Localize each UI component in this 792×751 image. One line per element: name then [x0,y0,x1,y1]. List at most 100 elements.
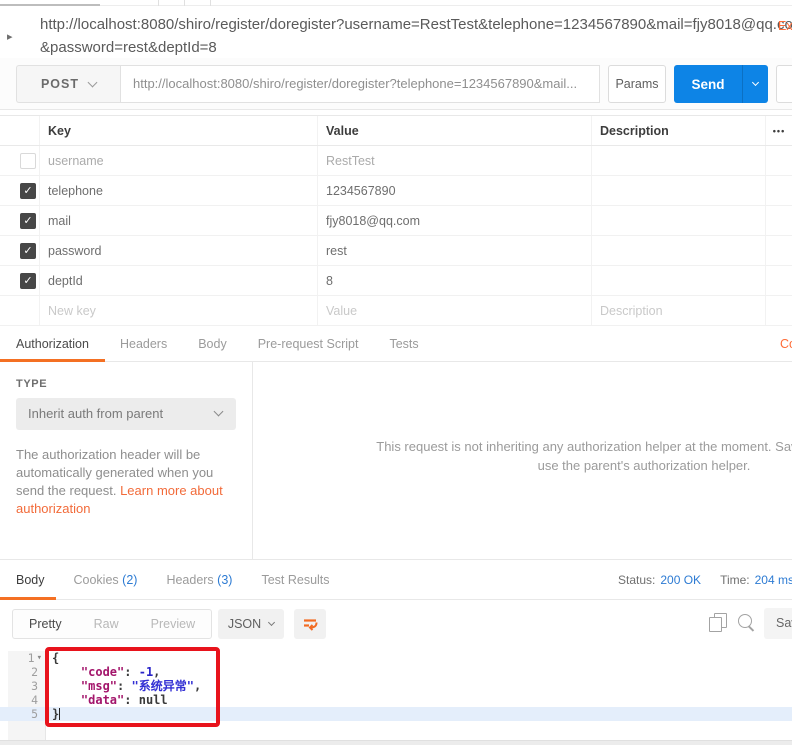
table-row: mail fjy8018@qq.com [0,206,792,236]
code-text: { [46,651,792,665]
fold-caret-icon[interactable]: ▾ [37,651,42,665]
row-checkbox[interactable] [20,243,36,259]
chevron-down-icon [752,78,759,85]
view-mode-switcher: Pretty Raw Preview [12,609,212,639]
code-text: "data": null [46,693,792,707]
authorization-panel: TYPE Inherit auth from parent The author… [0,362,792,560]
tab-headers[interactable]: Headers [120,337,167,351]
response-body-editor[interactable]: 1▾{2 "code": -1,3 "msg": "系统异常",4 "data"… [0,645,792,740]
tab-authorization[interactable]: Authorization [16,337,89,351]
line-number[interactable]: 2 [8,665,46,679]
column-header-description: Description [592,116,766,145]
new-description-input[interactable]: Description [592,296,766,325]
response-tab-cookies[interactable]: Cookies (2) [74,573,138,587]
code-text: "code": -1, [46,665,792,679]
new-param-row: New key Value Description [0,296,792,326]
table-row: username RestTest [0,146,792,176]
row-checkbox[interactable] [20,213,36,229]
inherit-auth-note: This request is not inheriting any autho… [252,438,792,475]
row-checkbox[interactable] [20,153,36,169]
request-tabs: Authorization Headers Body Pre-request S… [0,326,792,362]
beautify-button[interactable] [294,609,326,639]
param-description[interactable] [592,206,766,235]
auth-type-select[interactable]: Inherit auth from parent [16,398,236,430]
inherit-auth-note-line1: This request is not inheriting any autho… [252,438,792,457]
tab-pre-request-script[interactable]: Pre-request Script [258,337,359,351]
header-checkbox-cell [0,116,40,145]
param-description[interactable] [592,146,766,175]
cookies-link[interactable]: Cookies [780,337,792,351]
params-table: Key Value Description ••• username RestT… [0,110,792,326]
cookies-label: Cookies [74,573,119,587]
param-key[interactable]: telephone [40,176,318,205]
status-label: Status: [618,573,655,587]
inherit-auth-note-line2: use the parent's authorization helper. [252,457,792,476]
line-number[interactable]: 1▾ [8,651,46,665]
chevron-down-icon [214,407,224,417]
more-options-icon[interactable]: ••• [766,116,792,145]
param-value[interactable]: rest [318,236,592,265]
param-key[interactable]: username [40,146,318,175]
auth-type-label: TYPE [16,378,47,390]
param-value[interactable]: fjy8018@qq.com [318,206,592,235]
params-table-header: Key Value Description ••• [0,115,792,146]
code-line: 2 "code": -1, [0,665,792,679]
response-meta: Status: 200 OK Time: 204 ms [618,560,792,600]
param-key[interactable]: deptId [40,266,318,295]
save-button[interactable]: Save [776,65,792,103]
headers-label: Headers [166,573,213,587]
param-value[interactable]: 8 [318,266,592,295]
new-key-input[interactable]: New key [40,296,318,325]
line-number[interactable]: 3 [8,679,46,693]
row-checkbox[interactable] [20,273,36,289]
line-number[interactable]: 5 [8,707,46,721]
column-header-value: Value [318,116,592,145]
line-number[interactable]: 4 [8,693,46,707]
send-options-caret[interactable] [742,65,768,103]
view-mode-pretty[interactable]: Pretty [13,610,78,638]
send-button[interactable]: Send [674,65,768,103]
params-button[interactable]: Params [608,65,666,103]
param-value[interactable]: RestTest [318,146,592,175]
cookies-count-badge: (2) [122,573,137,587]
param-key[interactable]: mail [40,206,318,235]
examples-link[interactable]: Examples [778,19,792,33]
param-key[interactable]: password [40,236,318,265]
param-description[interactable] [592,266,766,295]
postman-request-page: { "colors": { "accent_orange": "#ff6c37"… [0,0,792,751]
request-url-line1: http://localhost:8080/shiro/register/dor… [40,13,792,36]
chevron-down-icon [88,77,98,87]
language-select[interactable]: JSON [218,609,284,639]
param-value[interactable]: 1234567890 [318,176,592,205]
language-value: JSON [228,617,261,631]
view-mode-raw[interactable]: Raw [78,610,135,638]
send-button-label: Send [674,65,742,103]
search-icon[interactable] [737,613,755,633]
request-url-line2: &password=rest&deptId=8 [40,36,792,59]
column-header-key: Key [40,116,318,145]
row-checkbox[interactable] [20,183,36,199]
save-response-button[interactable]: Save Response [764,608,792,639]
copy-icon[interactable] [709,613,727,633]
request-bar: POST http://localhost:8080/shiro/registe… [0,58,792,110]
response-tab-headers[interactable]: Headers (3) [166,573,232,587]
tab-body[interactable]: Body [198,337,227,351]
tab-tests[interactable]: Tests [389,337,418,351]
response-tab-test-results[interactable]: Test Results [261,573,329,587]
view-mode-preview[interactable]: Preview [135,610,211,638]
table-row: password rest [0,236,792,266]
url-input[interactable]: http://localhost:8080/shiro/register/dor… [120,65,600,103]
code-line: 3 "msg": "系统异常", [0,679,792,693]
new-value-input[interactable]: Value [318,296,592,325]
request-title: ▸ http://localhost:8080/shiro/register/d… [0,6,792,58]
disclosure-triangle-icon[interactable]: ▸ [7,30,13,43]
param-description[interactable] [592,236,766,265]
chevron-down-icon [268,618,275,625]
bottom-scrollbar-strip[interactable] [0,740,792,745]
response-tab-body[interactable]: Body [16,573,45,587]
code-line: 5} [0,707,792,721]
param-description[interactable] [592,176,766,205]
method-select[interactable]: POST [16,65,120,103]
status-value: 200 OK [660,573,701,587]
gutter-filler [8,721,46,740]
